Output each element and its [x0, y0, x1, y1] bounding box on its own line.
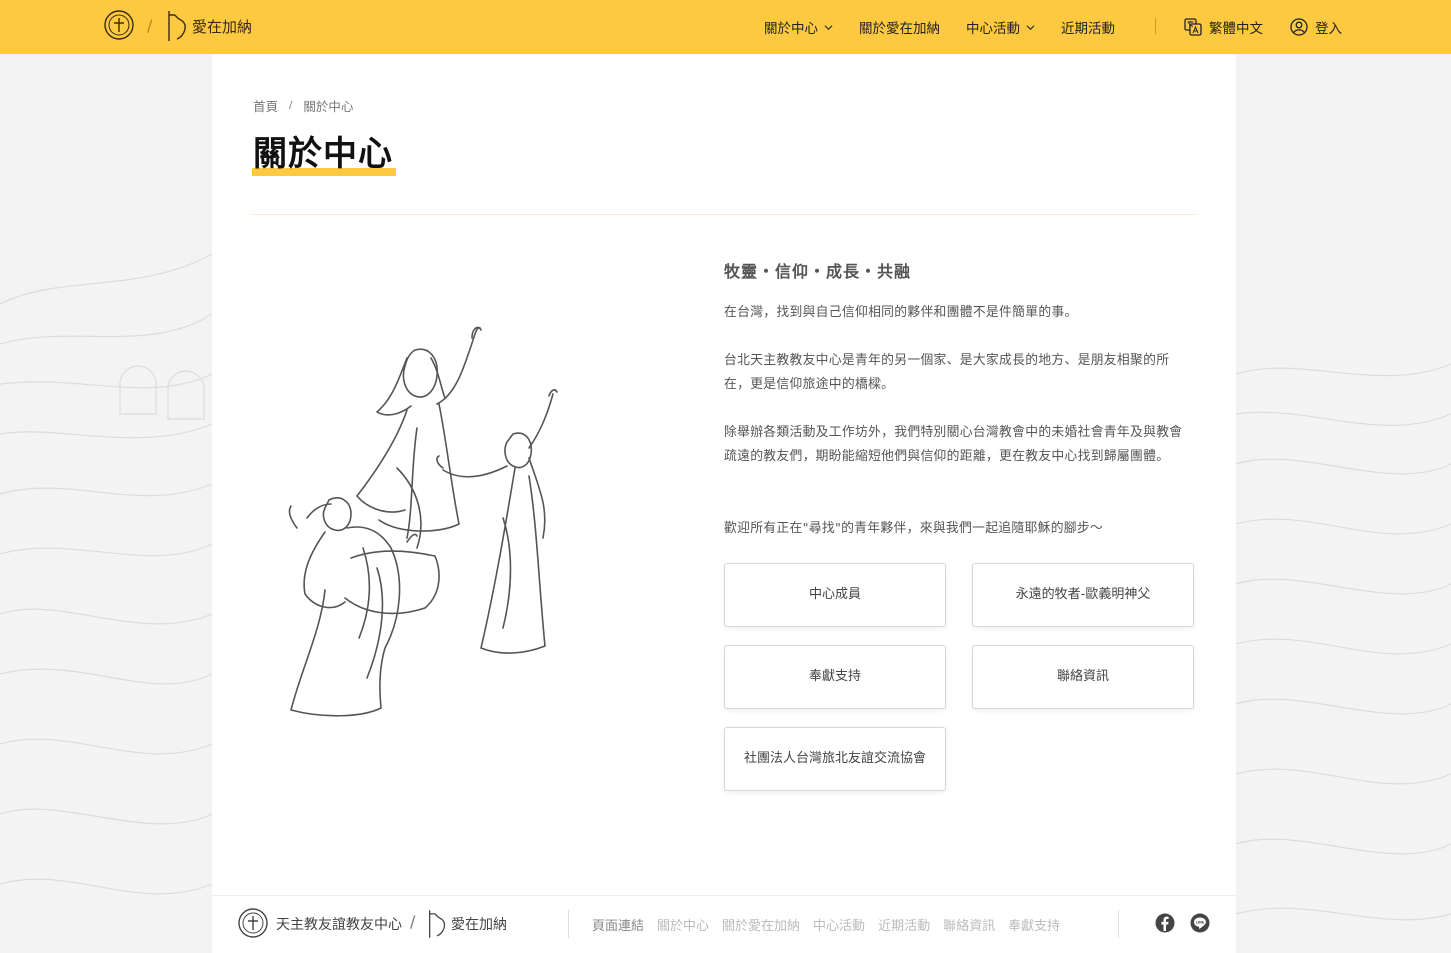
- breadcrumb-home[interactable]: 首頁: [253, 96, 278, 115]
- nav-label: 關於愛在加納: [859, 21, 940, 37]
- button-label: 聯絡資訊: [1056, 669, 1109, 684]
- footer-divider: [1118, 910, 1119, 938]
- svg-text:LINE: LINE: [1196, 920, 1204, 924]
- eternal-shepherd-button[interactable]: 永遠的牧者-歐義明神父: [972, 563, 1194, 627]
- center-seal-logo[interactable]: [104, 10, 134, 40]
- page-title: 關於中心: [253, 134, 393, 174]
- language-switch[interactable]: 繁體中文: [1184, 17, 1263, 37]
- divider: [252, 214, 1196, 215]
- login-button[interactable]: 登入: [1290, 17, 1342, 37]
- intro-paragraph: 除舉辦各類活動及工作坊外，我們特別關心台灣教會中的未婚社會青年及與教會疏遠的教友…: [724, 425, 1183, 464]
- intro-paragraph: 台北天主教教友中心是青年的另一個家、是大家成長的地方、是朋友相聚的所在，更是信仰…: [724, 353, 1170, 392]
- section-subheading: 牧靈・信仰・成長・共融: [724, 262, 912, 281]
- footer-link-about-center[interactable]: 關於中心: [657, 915, 709, 934]
- nav-divider: [1155, 18, 1156, 34]
- main-nav: 關於中心 關於愛在加納 中心活動 近期活動: [764, 0, 1141, 54]
- button-label: 永遠的牧者-歐義明神父: [1015, 587, 1151, 602]
- nav-label: 近期活動: [1061, 21, 1115, 37]
- main-content: 首頁 / 關於中心 關於中心 牧靈・信仰・成長・共融 在台灣，找到與自己信仰相同…: [212, 54, 1236, 895]
- logo-separator: /: [147, 16, 153, 35]
- footer-links: 頁面連結 關於中心 關於愛在加納 中心活動 近期活動 聯絡資訊 奉獻支持: [592, 915, 1073, 934]
- donation-support-button[interactable]: 奉獻支持: [724, 645, 946, 709]
- site-header: / 愛在加納 關於中心 關於愛在加納 中心活動 近期活動 繁體中文 登入: [0, 0, 1451, 54]
- nav-about-cana[interactable]: 關於愛在加納: [859, 17, 940, 37]
- language-label: 繁體中文: [1209, 21, 1263, 37]
- line-icon[interactable]: LINE: [1190, 913, 1210, 933]
- translate-icon: [1184, 18, 1202, 36]
- chevron-down-icon: [824, 24, 833, 30]
- footer-link-recent-events[interactable]: 近期活動: [878, 915, 930, 934]
- dancing-figures-illustration: [288, 326, 558, 717]
- logo-separator: /: [410, 912, 416, 931]
- breadcrumb-current: 關於中心: [303, 99, 354, 114]
- site-footer: 天主教友誼教友中心 / 愛在加納 頁面連結 關於中心 關於愛在加納 中心活動 近…: [212, 895, 1236, 953]
- footer-org-name: 天主教友誼教友中心: [276, 917, 402, 933]
- nav-label: 中心活動: [966, 21, 1020, 37]
- button-label: 中心成員: [808, 587, 861, 602]
- center-seal-logo[interactable]: [238, 908, 268, 938]
- facebook-icon[interactable]: [1155, 913, 1175, 933]
- footer-link-activities[interactable]: 中心活動: [813, 915, 865, 934]
- button-label: 社團法人台灣旅北友誼交流協會: [743, 751, 926, 766]
- nav-about-center[interactable]: 關於中心: [764, 17, 833, 37]
- footer-link-contact[interactable]: 聯絡資訊: [943, 915, 995, 934]
- intro-paragraph: 歡迎所有正在"尋找"的青年夥伴，來與我們一起追隨耶穌的腳步～: [724, 521, 1104, 536]
- footer-divider: [568, 910, 569, 938]
- footer-link-about-cana[interactable]: 關於愛在加納: [722, 915, 800, 934]
- footer-brand-logo[interactable]: 愛在加納: [426, 908, 507, 940]
- breadcrumb-separator: /: [289, 100, 293, 111]
- user-icon: [1290, 18, 1308, 36]
- cana-jar-icon: [168, 11, 186, 41]
- contact-info-button[interactable]: 聯絡資訊: [972, 645, 1194, 709]
- association-button[interactable]: 社團法人台灣旅北友誼交流協會: [724, 727, 946, 791]
- center-members-button[interactable]: 中心成員: [724, 563, 946, 627]
- footer-brand-name: 愛在加納: [451, 917, 507, 933]
- footer-links-heading: 頁面連結: [592, 919, 645, 934]
- breadcrumb: 首頁 / 關於中心: [253, 96, 353, 115]
- intro-paragraph: 在台灣，找到與自己信仰相同的夥伴和團體不是件簡單的事。: [724, 305, 1078, 320]
- nav-center-activities[interactable]: 中心活動: [966, 17, 1035, 37]
- nav-label: 關於中心: [764, 21, 818, 37]
- chevron-down-icon: [1026, 24, 1035, 30]
- login-label: 登入: [1315, 21, 1342, 37]
- button-label: 奉獻支持: [808, 669, 861, 684]
- footer-link-donation[interactable]: 奉獻支持: [1008, 915, 1060, 934]
- brand-name: 愛在加納: [192, 17, 253, 36]
- cana-jar-icon: [429, 910, 446, 938]
- nav-recent-events[interactable]: 近期活動: [1061, 17, 1115, 37]
- brand-logo[interactable]: 愛在加納: [165, 8, 252, 44]
